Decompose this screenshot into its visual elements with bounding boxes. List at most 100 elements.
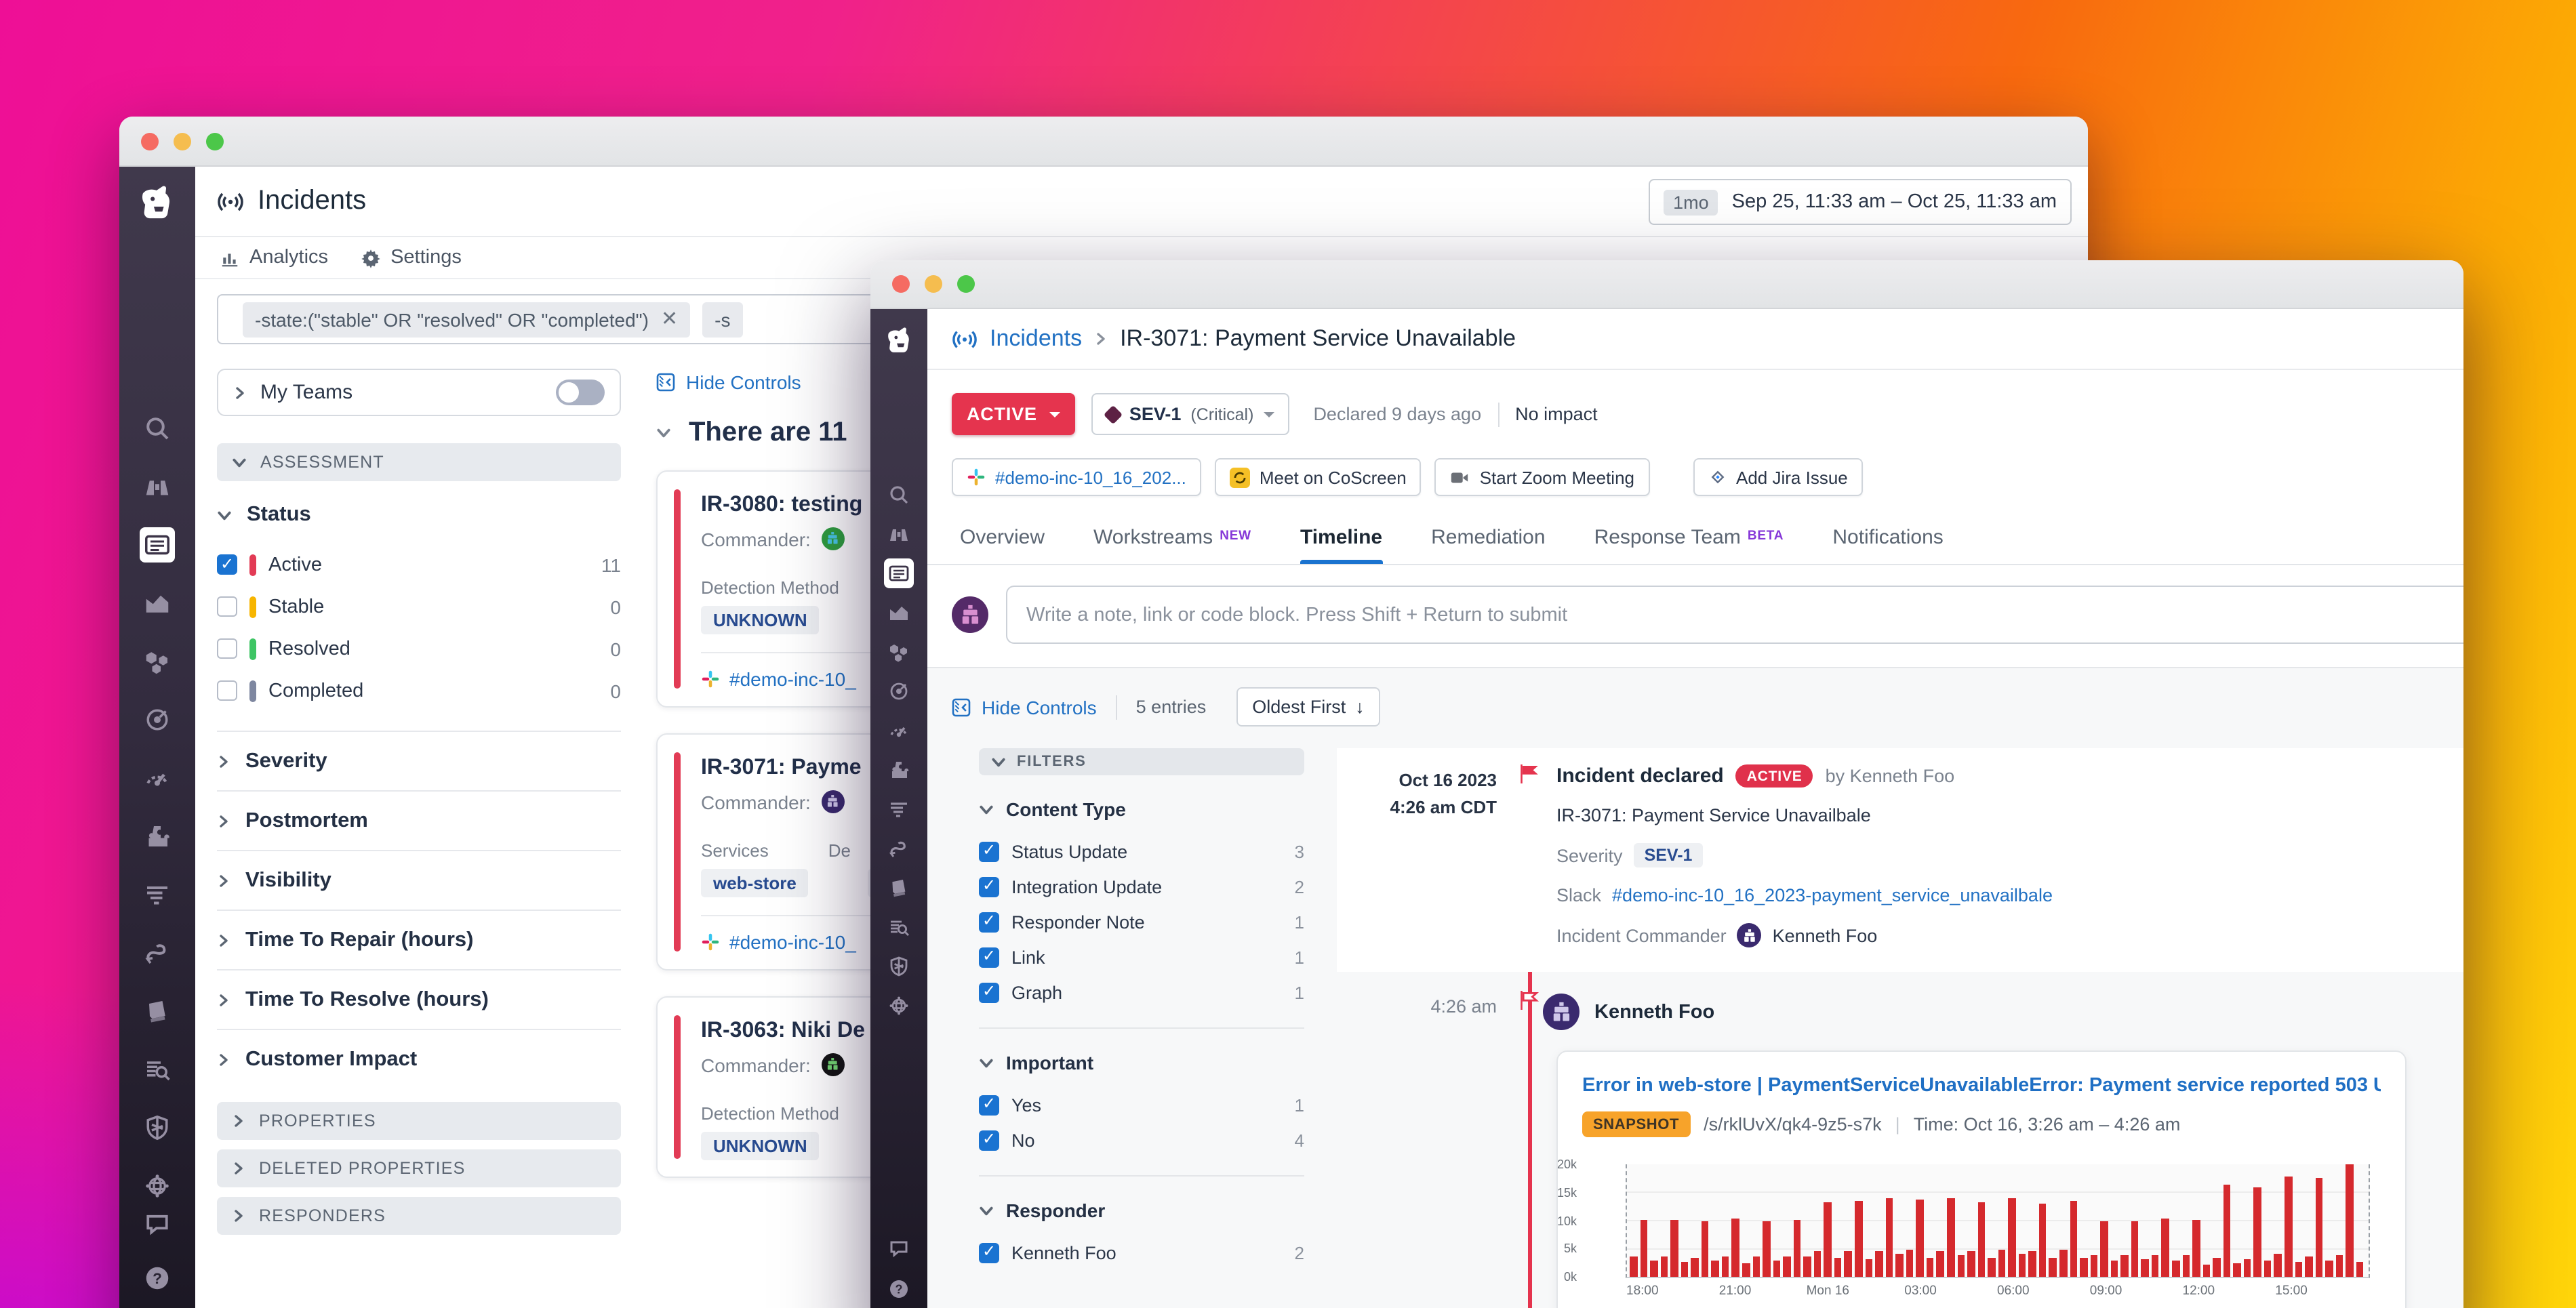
window-titlebar[interactable] (119, 117, 2088, 167)
date-range-preset[interactable]: 1mo (1664, 189, 1718, 215)
checkbox[interactable] (217, 554, 237, 575)
assessment-section-header[interactable]: ASSESSMENT (217, 443, 621, 481)
checkbox[interactable] (979, 1095, 999, 1115)
filter-responder-kenneth-foo[interactable]: Kenneth Foo2 (979, 1235, 1304, 1270)
properties-section-header[interactable]: PROPERTIES (217, 1102, 621, 1140)
tab-overview[interactable]: Overview (960, 515, 1045, 564)
maximize-window-button[interactable] (957, 275, 975, 293)
snapshot-path[interactable]: /s/rklUvX/qk4-9z5-s7k (1704, 1114, 1882, 1135)
filter-responder-note[interactable]: Responder Note1 (979, 904, 1304, 939)
area-chart-icon[interactable] (884, 598, 914, 628)
date-range-picker[interactable]: 1mo Sep 25, 11:33 am – Oct 25, 11:33 am (1649, 179, 2072, 225)
chat-icon[interactable] (140, 1206, 175, 1242)
search-icon[interactable] (884, 480, 914, 510)
puzzle-icon[interactable] (884, 755, 914, 785)
status-filter-stable[interactable]: Stable 0 (217, 586, 621, 628)
graph-snapshot-card[interactable]: Error in web-store | PaymentServiceUnava… (1556, 1050, 2407, 1308)
filter-lines-icon[interactable] (884, 794, 914, 824)
filter-lines-icon[interactable] (140, 877, 175, 912)
checkbox[interactable] (979, 1130, 999, 1150)
deleted-properties-section-header[interactable]: DELETED PROPERTIES (217, 1149, 621, 1187)
search-icon[interactable] (140, 411, 175, 446)
zoom-meeting-button[interactable]: Start Zoom Meeting (1435, 458, 1649, 496)
sidebar-section-postmortem[interactable]: Postmortem (217, 790, 621, 850)
minimize-window-button[interactable] (925, 275, 942, 293)
shield-icon[interactable] (140, 1110, 175, 1145)
tab-workstreams[interactable]: WorkstreamsNEW (1093, 515, 1251, 564)
help-icon[interactable]: ? (884, 1274, 914, 1304)
filter-graph[interactable]: Graph1 (979, 975, 1304, 1010)
responder-group-title[interactable]: Responder (979, 1200, 1304, 1221)
filter-integration-update[interactable]: Integration Update2 (979, 869, 1304, 904)
puzzle-icon[interactable] (140, 819, 175, 854)
settings-link[interactable]: Settings (361, 247, 462, 268)
target-icon[interactable] (884, 676, 914, 706)
remove-query-icon[interactable]: ✕ (661, 309, 678, 329)
chart-plot-area[interactable]: 0k5k10k15k20k 18:0021:00Mon 1603:0006:00… (1626, 1164, 2370, 1278)
graph-title-link[interactable]: Error in web-store | PaymentServiceUnava… (1582, 1075, 2381, 1097)
status-filter-resolved[interactable]: Resolved 0 (217, 628, 621, 670)
checkbox[interactable] (979, 912, 999, 932)
responders-section-header[interactable]: RESPONDERS (217, 1197, 621, 1235)
window-titlebar[interactable] (870, 260, 2463, 309)
filters-header[interactable]: FILTERS (979, 748, 1304, 775)
checkbox[interactable] (979, 841, 999, 861)
checkbox[interactable] (217, 638, 237, 659)
log-search-icon[interactable] (884, 912, 914, 942)
my-teams-toggle-card[interactable]: My Teams (217, 369, 621, 416)
important-group-title[interactable]: Important (979, 1052, 1304, 1074)
close-window-button[interactable] (141, 132, 159, 150)
tab-notifications[interactable]: Notifications (1832, 515, 1943, 564)
datadog-logo[interactable] (881, 325, 917, 361)
timeline-entry-graph[interactable]: 4:26 am Kenneth Foo Error in web-store |… (1337, 972, 2463, 1308)
checkbox[interactable] (217, 680, 237, 701)
avatar[interactable] (822, 790, 845, 813)
tab-timeline[interactable]: Timeline (1300, 515, 1382, 564)
breadcrumb-incidents-link[interactable]: Incidents (990, 325, 1082, 352)
shield-icon[interactable] (884, 952, 914, 981)
flow-icon[interactable] (884, 834, 914, 863)
timeline-entry-declared[interactable]: Oct 16 2023 4:26 am CDT Incident declare… (1337, 748, 2463, 972)
checkbox[interactable] (217, 596, 237, 617)
hide-controls-link[interactable]: Hide Controls (952, 696, 1097, 718)
tab-response-team[interactable]: Response TeamBETA (1594, 515, 1784, 564)
slack-channel-link[interactable]: #demo-inc-10_16_2023-payment_service_una… (1612, 885, 2053, 905)
book-icon[interactable] (884, 873, 914, 903)
severity-dropdown[interactable]: SEV-1 (Critical) (1091, 393, 1289, 435)
log-search-icon[interactable] (140, 1052, 175, 1087)
my-teams-switch[interactable] (556, 380, 605, 405)
sidebar-section-visibility[interactable]: Visibility (217, 850, 621, 910)
avatar[interactable] (822, 527, 845, 550)
hexagons-icon[interactable] (884, 637, 914, 667)
filter-important-no[interactable]: No4 (979, 1122, 1304, 1158)
add-jira-issue-button[interactable]: Add Jira Issue (1693, 458, 1863, 496)
note-input[interactable] (1006, 586, 2463, 644)
analytics-link[interactable]: Analytics (220, 247, 328, 268)
chat-icon[interactable] (884, 1233, 914, 1263)
binoculars-icon[interactable] (140, 469, 175, 504)
checkbox[interactable] (979, 1242, 999, 1263)
sidebar-section-time-to-repair[interactable]: Time To Repair (hours) (217, 910, 621, 969)
search-query-chip[interactable]: -state:("stable" OR "resolved" OR "compl… (243, 302, 690, 337)
gauge-icon[interactable] (140, 760, 175, 796)
tab-remediation[interactable]: Remediation (1431, 515, 1545, 564)
incident-state-dropdown[interactable]: ACTIVE (952, 393, 1075, 435)
sidebar-section-customer-impact[interactable]: Customer Impact (217, 1029, 621, 1088)
status-group-title[interactable]: Status (217, 503, 621, 527)
area-chart-icon[interactable] (140, 586, 175, 621)
filter-link[interactable]: Link1 (979, 939, 1304, 975)
globe-icon[interactable] (140, 1168, 175, 1204)
coscreen-button[interactable]: Meet on CoScreen (1215, 458, 1422, 496)
filter-status-update[interactable]: Status Update3 (979, 834, 1304, 869)
checkbox[interactable] (979, 947, 999, 967)
checkbox[interactable] (979, 982, 999, 1002)
checkbox[interactable] (979, 876, 999, 897)
filter-important-yes[interactable]: Yes1 (979, 1087, 1304, 1122)
search-query-chip-2[interactable]: -s (702, 302, 742, 337)
book-icon[interactable] (140, 994, 175, 1029)
datadog-logo[interactable] (133, 183, 182, 229)
binoculars-icon[interactable] (884, 519, 914, 549)
status-filter-completed[interactable]: Completed 0 (217, 670, 621, 712)
flow-icon[interactable] (140, 935, 175, 970)
avatar[interactable] (822, 1053, 845, 1076)
